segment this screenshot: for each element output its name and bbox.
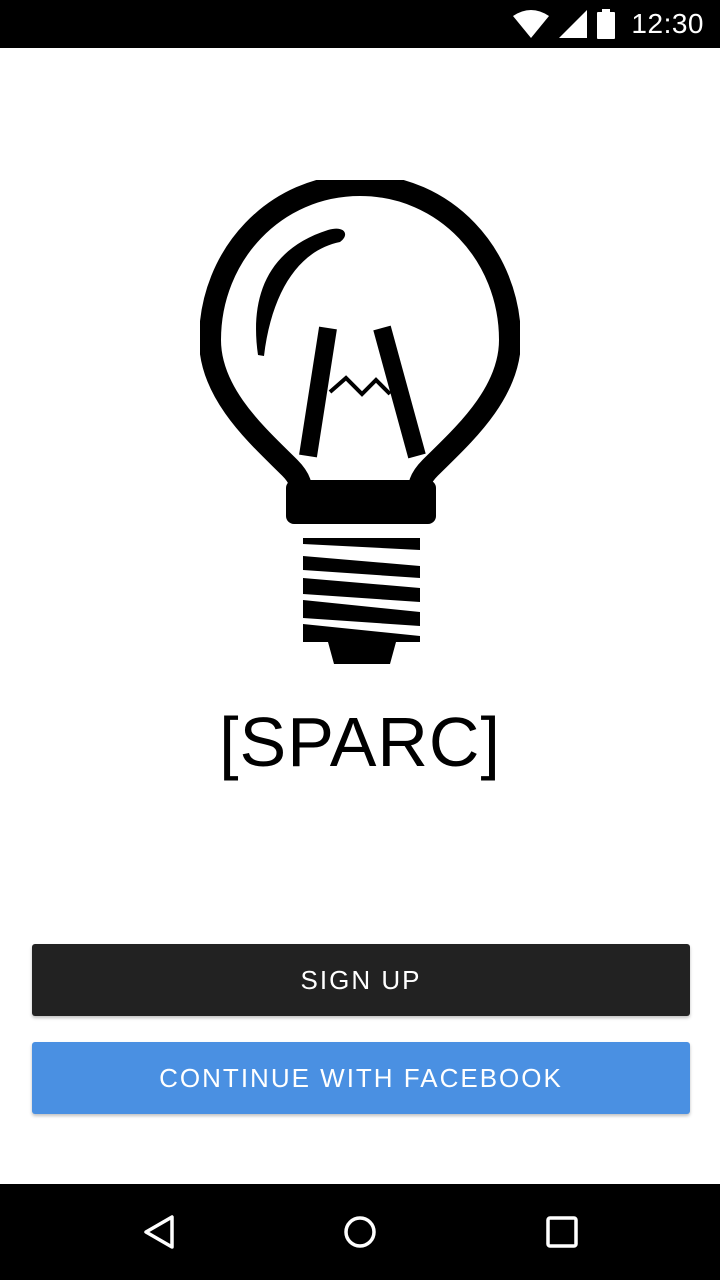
continue-with-facebook-button[interactable]: CONTINUE WITH FACEBOOK xyxy=(32,1042,690,1114)
status-time: 12:30 xyxy=(631,8,704,39)
battery-icon xyxy=(597,9,616,39)
home-icon[interactable] xyxy=(312,1184,408,1280)
sign-up-button[interactable]: SIGN UP xyxy=(32,944,690,1016)
lightbulb-icon xyxy=(199,174,521,670)
back-icon[interactable] xyxy=(112,1184,208,1280)
navigation-bar xyxy=(0,1184,720,1280)
wifi-icon xyxy=(513,10,550,38)
status-bar: 12:30 xyxy=(0,0,720,48)
recents-icon[interactable] xyxy=(514,1184,610,1280)
brand-name: [SPARC] xyxy=(219,703,501,781)
signal-icon xyxy=(559,10,588,38)
welcome-screen: 12:30 [SPARC] SIGN UP CONTINUE WITH FACE… xyxy=(0,0,720,1280)
status-icons: 12:30 xyxy=(513,0,704,48)
